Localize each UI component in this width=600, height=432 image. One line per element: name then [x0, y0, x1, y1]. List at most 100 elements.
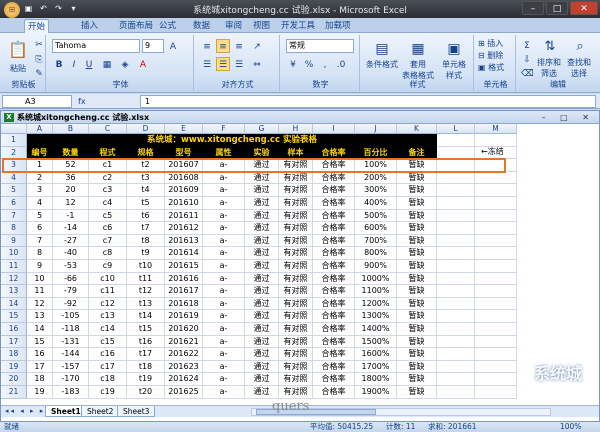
- cell[interactable]: 通过: [245, 310, 279, 323]
- find-select-button[interactable]: 查找和 选择: [562, 57, 596, 79]
- cell[interactable]: -92: [53, 297, 89, 311]
- cell[interactable]: 通过: [245, 386, 279, 399]
- cell[interactable]: [437, 247, 475, 260]
- close-icon[interactable]: ✕: [570, 1, 598, 15]
- cell[interactable]: [437, 272, 475, 286]
- row-header[interactable]: 20: [1, 373, 27, 386]
- name-box[interactable]: A3: [2, 95, 72, 108]
- cell[interactable]: 700%: [355, 234, 397, 248]
- cell[interactable]: 通过: [245, 247, 279, 260]
- cell[interactable]: 暂缺: [397, 348, 437, 361]
- cell[interactable]: 合格率: [313, 184, 355, 197]
- cell[interactable]: 有对照: [279, 323, 313, 336]
- paste-button[interactable]: 粘贴: [4, 63, 32, 74]
- cell[interactable]: a-: [203, 386, 245, 399]
- cell[interactable]: [475, 222, 517, 235]
- align-right-icon[interactable]: ☰: [232, 57, 246, 71]
- cell[interactable]: a-: [203, 285, 245, 298]
- cell[interactable]: c1: [89, 159, 127, 172]
- row-header[interactable]: 13: [1, 285, 27, 298]
- cell[interactable]: 通过: [245, 234, 279, 248]
- cell[interactable]: 2: [27, 171, 53, 185]
- cell[interactable]: 暂缺: [397, 297, 437, 311]
- cell[interactable]: [437, 260, 475, 273]
- table-format-button[interactable]: 套用 表格格式: [398, 59, 438, 81]
- sheet-tab-sheet3[interactable]: Sheet3: [117, 406, 156, 417]
- tab-1[interactable]: 插入: [78, 19, 101, 33]
- cell[interactable]: 暂缺: [397, 373, 437, 386]
- cell[interactable]: 通过: [245, 335, 279, 349]
- cell[interactable]: 400%: [355, 197, 397, 210]
- cell[interactable]: [437, 159, 475, 172]
- cell[interactable]: 1200%: [355, 297, 397, 311]
- column-header[interactable]: E: [165, 124, 203, 134]
- row-header[interactable]: 15: [1, 310, 27, 323]
- tab-5[interactable]: 审阅: [222, 19, 245, 33]
- column-header[interactable]: B: [53, 124, 89, 134]
- cell[interactable]: a-: [203, 159, 245, 172]
- cell[interactable]: 201624: [165, 373, 203, 386]
- row-header[interactable]: 11: [1, 260, 27, 273]
- cell[interactable]: 200%: [355, 171, 397, 185]
- row-header[interactable]: 18: [1, 348, 27, 361]
- column-header[interactable]: K: [397, 124, 437, 134]
- cell[interactable]: 201621: [165, 335, 203, 349]
- cell[interactable]: a-: [203, 297, 245, 311]
- fill-color-icon[interactable]: ◈: [118, 57, 132, 71]
- borders-icon[interactable]: ▦: [100, 57, 114, 71]
- cell[interactable]: c14: [89, 323, 127, 336]
- column-header[interactable]: L: [437, 124, 475, 134]
- cell[interactable]: 通过: [245, 297, 279, 311]
- cell[interactable]: 通过: [245, 159, 279, 172]
- copy-icon[interactable]: ⎘: [32, 52, 46, 66]
- cell[interactable]: 12: [53, 197, 89, 210]
- cell[interactable]: [475, 297, 517, 311]
- cell[interactable]: 暂缺: [397, 209, 437, 223]
- cell[interactable]: [437, 197, 475, 210]
- cell[interactable]: a-: [203, 197, 245, 210]
- align-middle-icon[interactable]: ≡: [216, 39, 230, 53]
- cell[interactable]: 4: [27, 197, 53, 210]
- align-left-icon[interactable]: ☰: [200, 57, 214, 71]
- currency-icon[interactable]: ¥: [286, 57, 300, 71]
- tab-6[interactable]: 视图: [250, 19, 273, 33]
- cell[interactable]: [437, 285, 475, 298]
- cell[interactable]: 19: [27, 386, 53, 399]
- column-header[interactable]: H: [279, 124, 313, 134]
- cell[interactable]: 合格率: [313, 247, 355, 260]
- cell[interactable]: 程式: [89, 146, 127, 160]
- percent-icon[interactable]: %: [302, 57, 316, 71]
- cell[interactable]: 暂缺: [397, 234, 437, 248]
- cell[interactable]: [475, 285, 517, 298]
- cell[interactable]: 暂缺: [397, 285, 437, 298]
- cell[interactable]: 201625: [165, 386, 203, 399]
- row-header[interactable]: 7: [1, 209, 27, 223]
- align-top-icon[interactable]: ≡: [200, 39, 214, 53]
- cell[interactable]: 1300%: [355, 310, 397, 323]
- cell[interactable]: c4: [89, 197, 127, 210]
- cell[interactable]: 有对照: [279, 386, 313, 399]
- cell[interactable]: 合格率: [313, 373, 355, 386]
- cell[interactable]: 9: [27, 260, 53, 273]
- cell[interactable]: 900%: [355, 260, 397, 273]
- cell[interactable]: 数量: [53, 146, 89, 160]
- cell[interactable]: 201610: [165, 197, 203, 210]
- cell[interactable]: [437, 222, 475, 235]
- cell[interactable]: 规格: [127, 146, 165, 160]
- cell[interactable]: [437, 146, 475, 160]
- tab-2[interactable]: 页面布局: [116, 19, 156, 33]
- cell[interactable]: c10: [89, 272, 127, 286]
- cell[interactable]: -53: [53, 260, 89, 273]
- cell[interactable]: c17: [89, 360, 127, 374]
- cell[interactable]: 暂缺: [397, 360, 437, 374]
- cell[interactable]: 20: [53, 184, 89, 197]
- row-header[interactable]: 5: [1, 184, 27, 197]
- row-header[interactable]: 12: [1, 272, 27, 286]
- cell[interactable]: c9: [89, 260, 127, 273]
- align-center-icon[interactable]: ☰: [216, 57, 230, 71]
- cell[interactable]: 14: [27, 323, 53, 336]
- cell[interactable]: 有对照: [279, 209, 313, 223]
- column-header[interactable]: M: [475, 124, 517, 134]
- cell[interactable]: t16: [127, 335, 165, 349]
- cell[interactable]: 5: [27, 209, 53, 223]
